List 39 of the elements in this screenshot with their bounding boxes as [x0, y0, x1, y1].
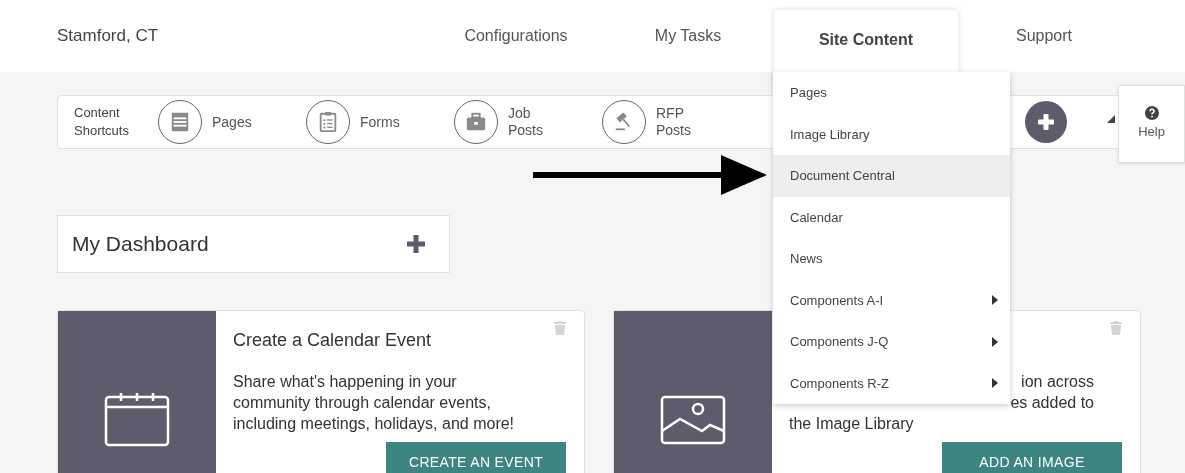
shortcut-button[interactable]: Forms — [306, 100, 454, 144]
menu-item[interactable]: Pages — [773, 72, 1010, 114]
question-icon — [1144, 106, 1159, 121]
menu-item[interactable]: Components A-I — [773, 279, 1010, 321]
corner-triangle-icon[interactable] — [1107, 115, 1115, 123]
nav-tab[interactable]: My Tasks — [602, 0, 774, 72]
card-description-line: ion across — [1021, 372, 1094, 392]
shortcuts-label: Content Shortcuts — [73, 104, 130, 140]
image-icon — [660, 395, 726, 445]
card-description-line: Share what's happening in your — [233, 372, 457, 392]
menu-item[interactable]: Components J-Q — [773, 321, 1010, 363]
add-button[interactable] — [1025, 101, 1067, 143]
shortcut-button[interactable]: Pages — [158, 100, 306, 144]
briefcase-icon — [465, 111, 487, 133]
card-description-line: es added to — [1010, 393, 1094, 413]
menu-item[interactable]: Document Central — [773, 155, 1010, 197]
clipboard-icon — [317, 111, 339, 133]
site-name: Stamford, CT — [57, 25, 159, 48]
page-icon — [169, 111, 191, 133]
card-description-line: the Image Library — [789, 414, 914, 434]
add-widget-button[interactable] — [407, 235, 425, 253]
card-action-button[interactable]: CREATE AN EVENT — [386, 442, 566, 473]
shortcut-button[interactable]: Job Posts — [454, 100, 602, 144]
help-button[interactable]: Help — [1118, 85, 1185, 163]
plus-icon — [407, 235, 425, 253]
card-title: Create a Calendar Event — [233, 329, 432, 352]
card-description-line: including meetings, holidays, and more! — [233, 414, 515, 434]
plus-icon — [1037, 113, 1055, 131]
menu-item[interactable]: Components R-Z — [773, 362, 1010, 404]
nav-tab[interactable]: Support — [958, 0, 1130, 72]
menu-item[interactable]: News — [773, 238, 1010, 280]
dashboard-title: My Dashboard — [72, 231, 209, 258]
calendar-icon — [104, 393, 170, 447]
nav-tab[interactable]: Configurations — [430, 0, 602, 72]
card-description-line: community through calendar events, — [233, 393, 491, 413]
menu-item[interactable]: Calendar — [773, 196, 1010, 238]
menu-item[interactable]: Image Library — [773, 113, 1010, 155]
shortcut-button[interactable]: RFP Posts — [602, 100, 750, 144]
card-action-button[interactable]: ADD AN IMAGE — [942, 442, 1122, 473]
